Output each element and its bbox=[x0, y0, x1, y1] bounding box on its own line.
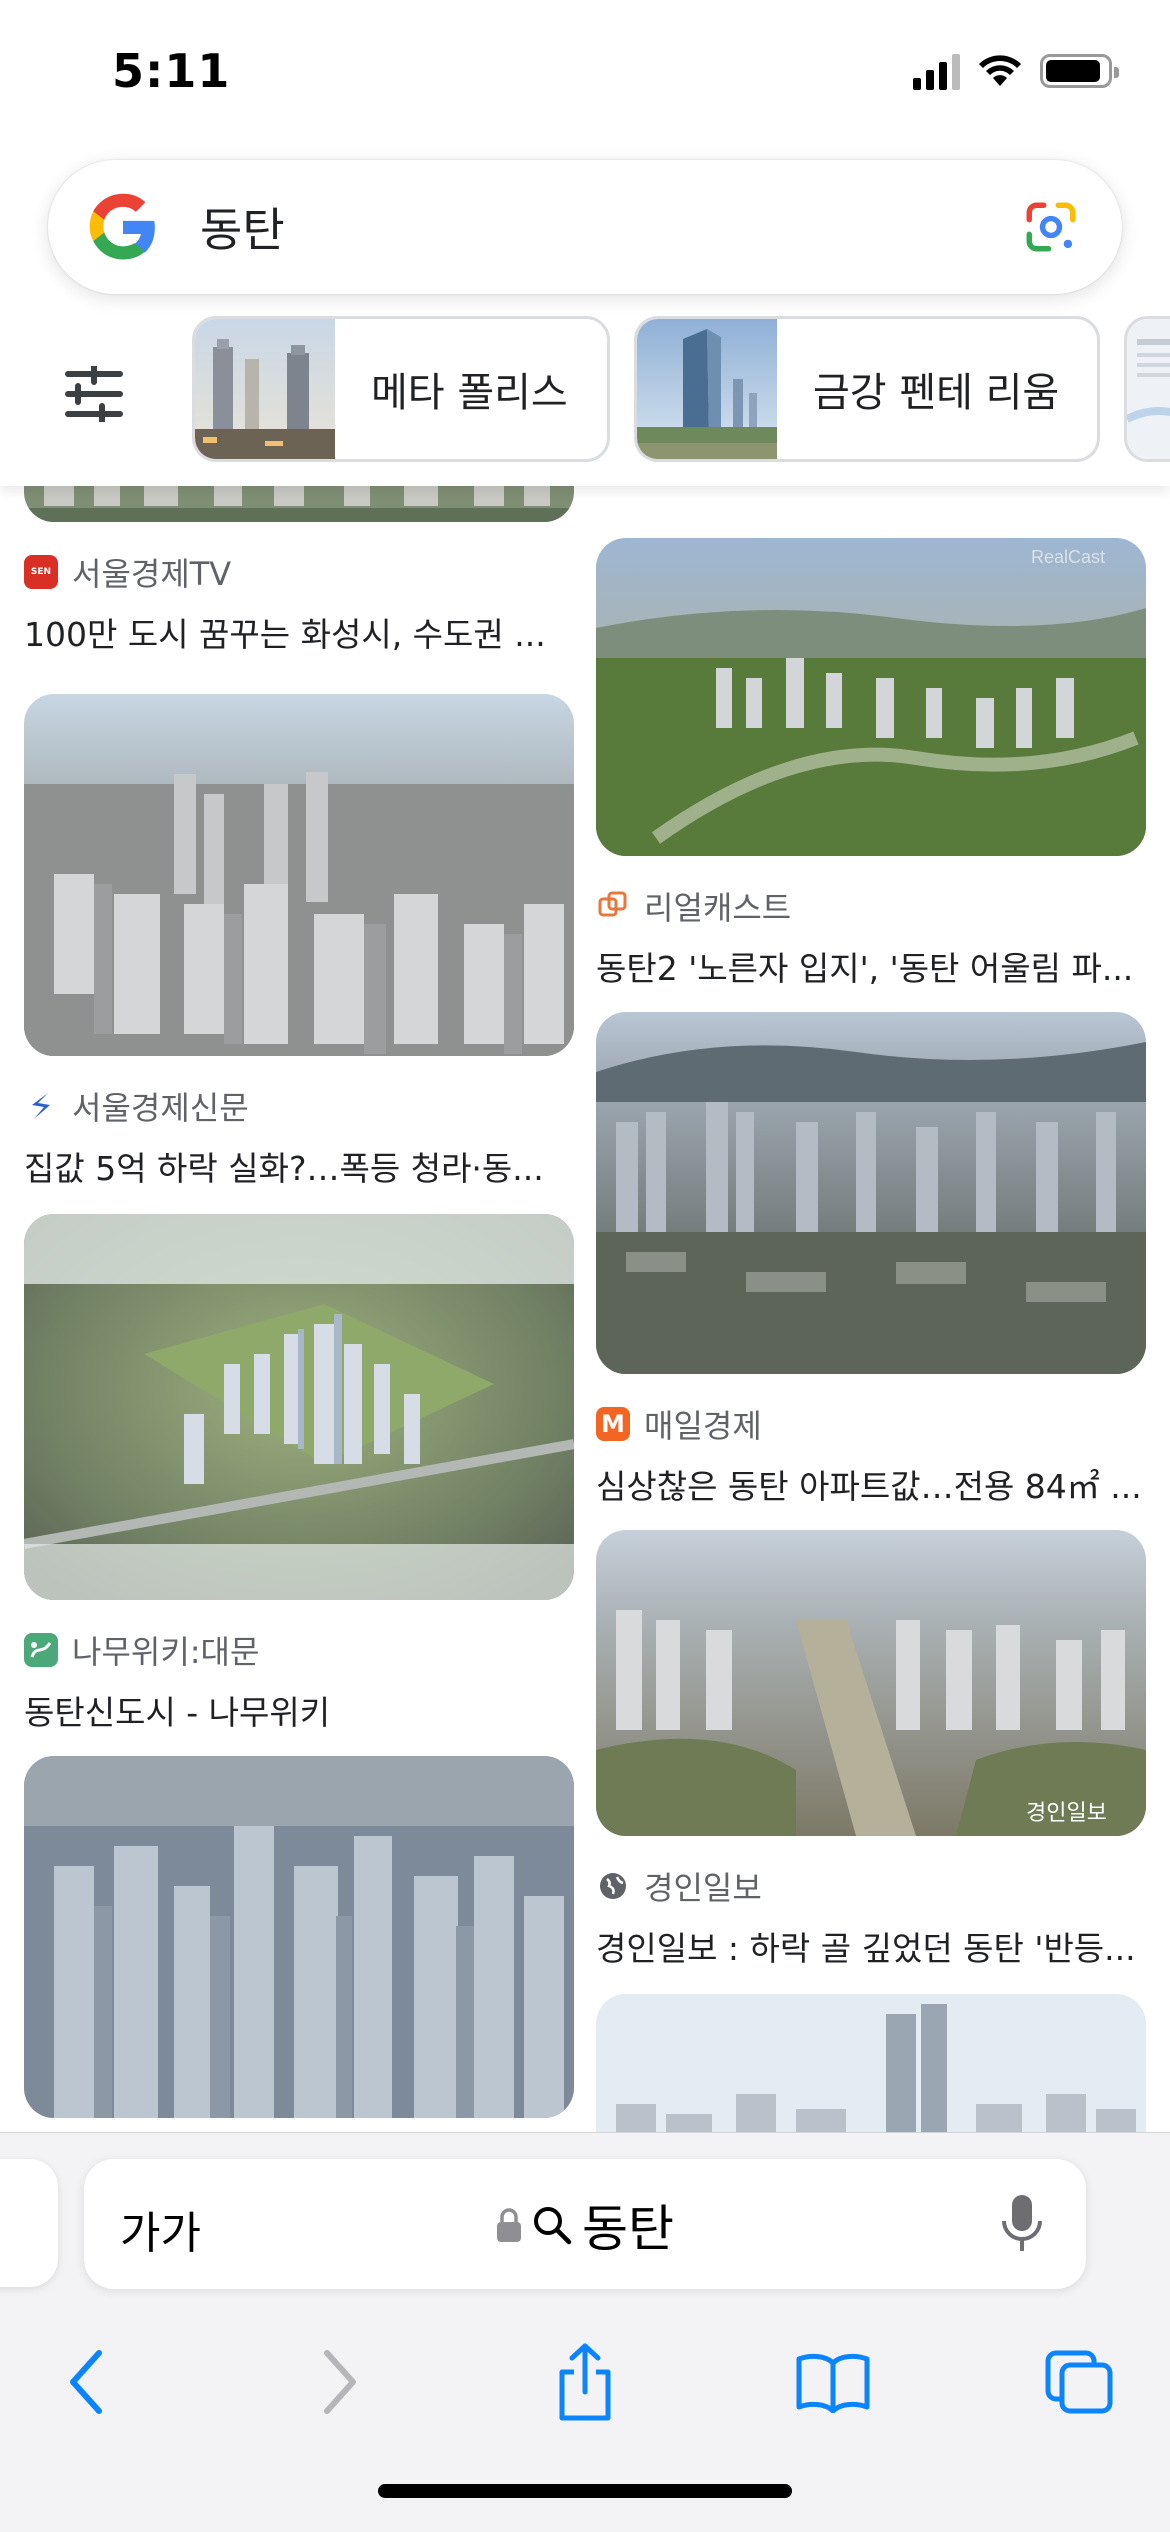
result-title[interactable]: 동탄2 '노른자 입지', '동탄 어울림 파... bbox=[596, 942, 1146, 990]
search-tools-icon[interactable] bbox=[64, 366, 124, 422]
seoulkyungje-tv-favicon-icon: SEN bbox=[24, 555, 58, 589]
result-source: SEN 서울경제TV bbox=[24, 552, 574, 593]
chip-label: 금강 펜테 리움 bbox=[813, 370, 1060, 416]
result-title[interactable]: 경인일보 : 하락 골 깊었던 동탄 '반등... bbox=[596, 1922, 1146, 1970]
realcast-favicon-icon bbox=[596, 889, 630, 923]
kyeongin-watermark: 경인일보 bbox=[1026, 1801, 1107, 1826]
search-icon bbox=[534, 2207, 572, 2245]
chip-thumbnail-image bbox=[195, 319, 335, 459]
back-button[interactable] bbox=[42, 2337, 132, 2427]
url-text[interactable]: 동탄 bbox=[582, 2189, 674, 2261]
url-display[interactable]: 동탄 bbox=[496, 2189, 674, 2261]
image-result-card[interactable] bbox=[596, 1994, 1146, 2132]
search-query-text[interactable]: 동탄 bbox=[200, 194, 285, 260]
result-source: M 매일경제 bbox=[596, 1404, 1146, 1445]
image-result-card[interactable] bbox=[24, 1756, 574, 2122]
seoulkyungje-favicon-icon bbox=[24, 1089, 58, 1123]
microphone-icon[interactable] bbox=[1000, 2193, 1044, 2255]
wifi-icon bbox=[979, 55, 1021, 86]
previous-tab-edge[interactable] bbox=[0, 2159, 58, 2287]
book-icon bbox=[796, 2353, 870, 2413]
result-source-name: 매일경제 bbox=[644, 1407, 762, 1445]
chip-map-partial[interactable] bbox=[1124, 316, 1170, 462]
result-title[interactable]: 심상찮은 동탄 아파트값…전용 84㎡ ... bbox=[596, 1460, 1146, 1508]
text-size-button[interactable]: 가가 bbox=[120, 2197, 201, 2261]
google-lens-icon[interactable] bbox=[1022, 198, 1080, 256]
result-source-name: 경인일보 bbox=[644, 1869, 762, 1907]
result-image[interactable] bbox=[24, 1756, 574, 2118]
address-bar[interactable]: 가가 동탄 bbox=[84, 2159, 1086, 2289]
result-image[interactable] bbox=[23, 1214, 575, 1600]
chip-meta-polis[interactable]: 메타 폴리스 bbox=[192, 316, 610, 462]
image-result-card[interactable]: 경인일보 경인일보 경인일보 : 하락 골 깊었던 동탄 '반등... bbox=[596, 1530, 1146, 1970]
result-title[interactable]: 집값 5억 하락 실화?…폭등 청라·동... bbox=[24, 1142, 574, 1190]
forward-button[interactable] bbox=[294, 2337, 384, 2427]
google-logo-icon bbox=[89, 193, 155, 260]
image-result-card[interactable]: RealCast 리얼캐스트 동탄2 '노른자 입지', '동탄 어울림 파..… bbox=[596, 538, 1146, 990]
result-source: 리얼캐스트 bbox=[596, 886, 1146, 927]
result-source: 서울경제신문 bbox=[24, 1086, 574, 1127]
result-image[interactable] bbox=[596, 1994, 1146, 2132]
result-image[interactable]: 경인일보 bbox=[596, 1530, 1146, 1836]
cellular-signal-icon bbox=[913, 52, 960, 90]
result-source-name: 나무위키:대문 bbox=[72, 1633, 260, 1671]
result-source: 나무위키:대문 bbox=[24, 1630, 574, 1671]
bookmarks-button[interactable] bbox=[788, 2337, 878, 2427]
image-results-grid: SEN 서울경제TV 100만 도시 꿈꾸는 화성시, 수도권 ... 서울경제… bbox=[0, 486, 1170, 2132]
realcast-watermark: RealCast bbox=[1031, 547, 1105, 567]
image-result-card[interactable]: SEN 서울경제TV 100만 도시 꿈꾸는 화성시, 수도권 ... bbox=[24, 486, 574, 656]
image-result-card[interactable]: 나무위키:대문 동탄신도시 - 나무위키 bbox=[23, 1214, 575, 1734]
tabs-icon bbox=[1045, 2350, 1113, 2414]
result-title[interactable]: 100만 도시 꿈꾸는 화성시, 수도권 ... bbox=[24, 608, 574, 656]
result-source-name: 서울경제신문 bbox=[72, 1089, 249, 1127]
related-chips-row: 메타 폴리스 금강 펜테 리움 bbox=[0, 316, 1170, 486]
share-icon bbox=[559, 2343, 611, 2421]
result-image[interactable] bbox=[24, 486, 574, 522]
chevron-right-icon bbox=[324, 2350, 356, 2414]
safari-toolbar bbox=[0, 2323, 1170, 2443]
lock-icon bbox=[497, 2208, 521, 2242]
image-result-card[interactable]: M 매일경제 심상찮은 동탄 아파트값…전용 84㎡ ... bbox=[596, 1012, 1146, 1508]
safari-bottom-bar: 가가 동탄 bbox=[0, 2132, 1170, 2532]
status-icons bbox=[913, 52, 1119, 90]
result-source-name: 리얼캐스트 bbox=[644, 889, 792, 927]
search-box[interactable]: 동탄 bbox=[48, 160, 1122, 294]
chip-thumbnail-image bbox=[1127, 319, 1170, 459]
tabs-button[interactable] bbox=[1034, 2337, 1124, 2427]
battery-icon bbox=[1040, 54, 1119, 88]
image-result-card[interactable]: 서울경제신문 집값 5억 하락 실화?…폭등 청라·동... bbox=[24, 694, 574, 1190]
result-source-name: 서울경제TV bbox=[72, 555, 232, 593]
maeil-kyungje-favicon-icon: M bbox=[596, 1407, 630, 1441]
result-image[interactable] bbox=[24, 694, 574, 1056]
result-title[interactable]: 동탄신도시 - 나무위키 bbox=[24, 1686, 574, 1734]
result-image[interactable]: RealCast bbox=[596, 538, 1146, 856]
chevron-left-icon bbox=[70, 2350, 102, 2414]
result-image[interactable] bbox=[596, 1012, 1146, 1374]
chip-thumbnail-image bbox=[637, 319, 777, 459]
status-bar: 5:11 bbox=[0, 0, 1170, 150]
share-button[interactable] bbox=[540, 2337, 630, 2427]
home-indicator bbox=[378, 2484, 792, 2498]
chip-label: 메타 폴리스 bbox=[371, 370, 568, 416]
namuwiki-favicon-icon bbox=[24, 1633, 58, 1667]
status-time: 5:11 bbox=[112, 44, 231, 98]
globe-icon bbox=[596, 1869, 630, 1903]
result-source: 경인일보 bbox=[596, 1866, 1146, 1907]
chip-geumgang-penterium[interactable]: 금강 펜테 리움 bbox=[634, 316, 1100, 462]
